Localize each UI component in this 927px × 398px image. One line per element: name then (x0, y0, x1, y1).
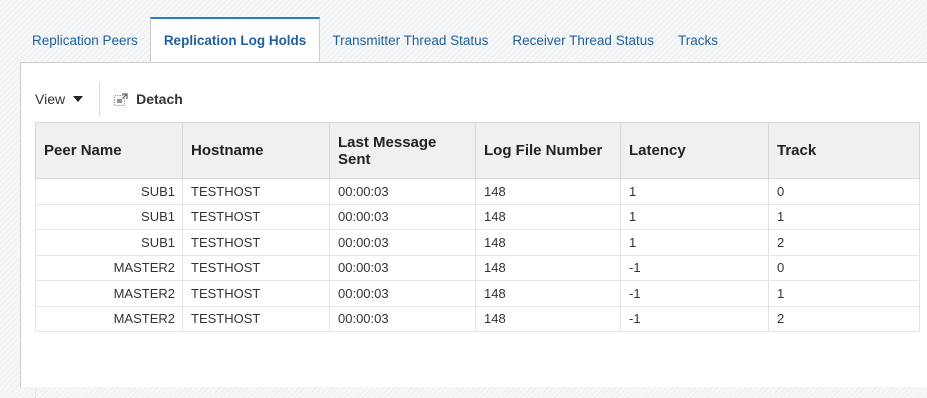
table-footer-area (35, 388, 920, 398)
cell-track: 1 (768, 203, 920, 230)
column-header-latency[interactable]: Latency (620, 122, 769, 179)
cell-hostname: TESTHOST (182, 254, 330, 281)
cell-log-file-number: 148 (475, 178, 621, 205)
tab-tracks[interactable]: Tracks (666, 18, 730, 62)
tab-transmitter-thread-status[interactable]: Transmitter Thread Status (320, 18, 500, 62)
detach-icon (114, 92, 128, 106)
cell-last-message-sent: 00:00:03 (329, 178, 476, 205)
column-header-track[interactable]: Track (768, 122, 920, 179)
cell-hostname: TESTHOST (182, 280, 330, 307)
cell-latency: 1 (620, 178, 769, 205)
view-menu-button[interactable]: View (35, 82, 101, 116)
cell-peer-name: MASTER2 (35, 280, 183, 307)
tab-bar: Replication Peers Replication Log Holds … (20, 17, 730, 62)
cell-track: 2 (768, 229, 920, 256)
log-holds-table: Peer Name Hostname Last Message Sent Log… (35, 122, 920, 332)
tab-replication-log-holds[interactable]: Replication Log Holds (149, 17, 321, 62)
cell-log-file-number: 148 (475, 254, 621, 281)
cell-peer-name: SUB1 (35, 229, 183, 256)
table-row[interactable]: MASTER2 TESTHOST 00:00:03 148 -1 1 (35, 280, 920, 307)
toolbar: View Detach (35, 81, 183, 117)
cell-last-message-sent: 00:00:03 (329, 229, 476, 256)
cell-track: 1 (768, 280, 920, 307)
cell-hostname: TESTHOST (182, 305, 330, 332)
cell-latency: -1 (620, 254, 769, 281)
cell-peer-name: MASTER2 (35, 305, 183, 332)
cell-log-file-number: 148 (475, 203, 621, 230)
cell-latency: -1 (620, 280, 769, 307)
table-row[interactable]: MASTER2 TESTHOST 00:00:03 148 -1 0 (35, 254, 920, 281)
cell-latency: 1 (620, 203, 769, 230)
cell-hostname: TESTHOST (182, 229, 330, 256)
tab-receiver-thread-status[interactable]: Receiver Thread Status (500, 18, 666, 62)
table-row[interactable]: SUB1 TESTHOST 00:00:03 148 1 1 (35, 203, 920, 230)
detach-button[interactable]: Detach (100, 91, 183, 107)
table-row[interactable]: SUB1 TESTHOST 00:00:03 148 1 2 (35, 229, 920, 256)
table-header-row: Peer Name Hostname Last Message Sent Log… (35, 122, 920, 179)
column-header-last-message-sent[interactable]: Last Message Sent (329, 122, 476, 179)
column-header-log-file-number[interactable]: Log File Number (475, 122, 621, 179)
table-row[interactable]: SUB1 TESTHOST 00:00:03 148 1 0 (35, 178, 920, 205)
cell-latency: -1 (620, 305, 769, 332)
detach-label: Detach (136, 91, 183, 107)
column-header-hostname[interactable]: Hostname (182, 122, 330, 179)
column-header-peer-name[interactable]: Peer Name (35, 122, 183, 179)
cell-track: 0 (768, 254, 920, 281)
caret-down-icon (73, 96, 84, 102)
cell-last-message-sent: 00:00:03 (329, 254, 476, 281)
cell-log-file-number: 148 (475, 280, 621, 307)
cell-peer-name: MASTER2 (35, 254, 183, 281)
tab-panel: View Detach Peer Name Hostname Last Mess… (20, 62, 927, 398)
cell-track: 2 (768, 305, 920, 332)
cell-last-message-sent: 00:00:03 (329, 305, 476, 332)
table-row[interactable]: MASTER2 TESTHOST 00:00:03 148 -1 2 (35, 305, 920, 332)
cell-track: 0 (768, 178, 920, 205)
cell-last-message-sent: 00:00:03 (329, 203, 476, 230)
cell-hostname: TESTHOST (182, 178, 330, 205)
cell-peer-name: SUB1 (35, 178, 183, 205)
cell-log-file-number: 148 (475, 305, 621, 332)
view-menu-label: View (35, 91, 66, 107)
cell-latency: 1 (620, 229, 769, 256)
cell-peer-name: SUB1 (35, 203, 183, 230)
cell-last-message-sent: 00:00:03 (329, 280, 476, 307)
tab-replication-peers[interactable]: Replication Peers (20, 18, 150, 62)
cell-hostname: TESTHOST (182, 203, 330, 230)
cell-log-file-number: 148 (475, 229, 621, 256)
